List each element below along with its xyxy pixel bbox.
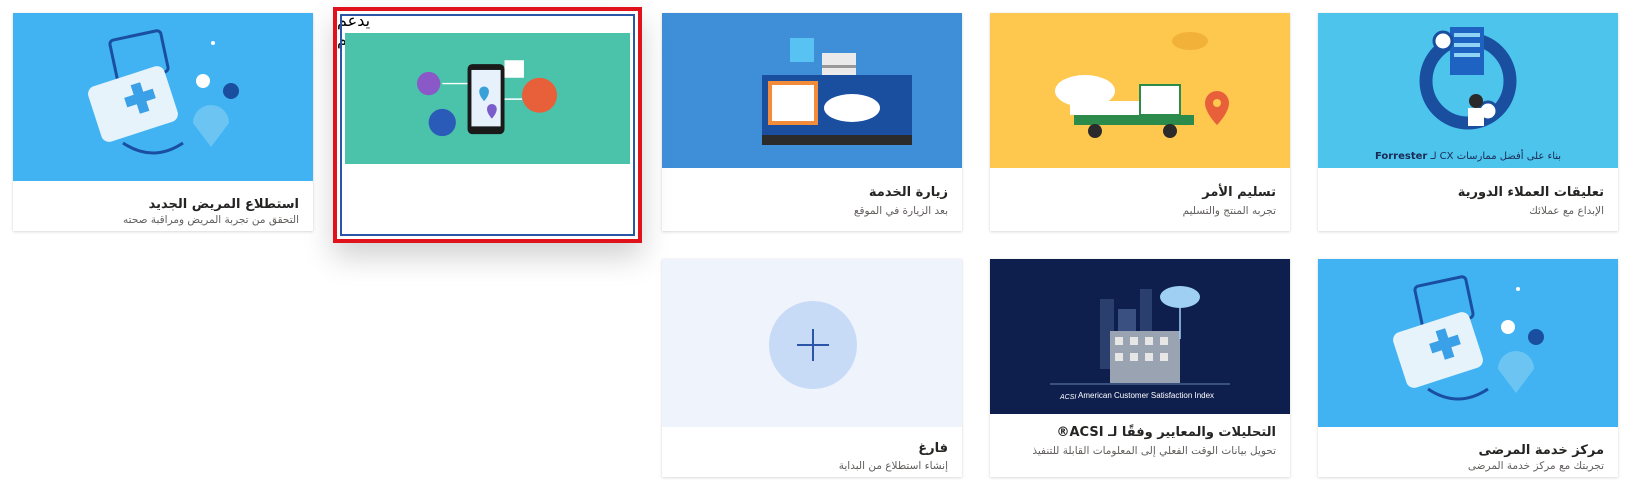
template-card-acsi-analytics[interactable]: ACSI American Customer Satisfaction Inde… <box>990 259 1290 477</box>
acsi-banner: American Customer Satisfaction Index <box>1078 391 1215 400</box>
template-card-service-visit[interactable]: زيارة الخدمة بعد الزيارة في الموقع <box>662 13 962 231</box>
card-illustration <box>1318 259 1618 427</box>
card-title: تسليم الأمر <box>1202 185 1276 200</box>
template-card-support[interactable]: يدعم تجربة مع الدعم <box>333 7 642 243</box>
template-card-new-patient-survey[interactable]: استطلاع المريض الجديد التحقق من تجربة ال… <box>13 13 313 231</box>
support-illustration-icon <box>345 33 630 165</box>
card-description: بعد الزيارة في الموقع <box>853 205 948 217</box>
medical-kit-illustration-icon <box>1318 259 1618 427</box>
card-title: تعليقات العملاء الدورية <box>1457 185 1604 200</box>
card-title: زيارة الخدمة <box>868 185 948 200</box>
template-card-blank[interactable]: فارغ إنشاء استطلاع من البداية <box>662 259 962 477</box>
card-description: التحقق من تجربة المريض ومراقبة صحته <box>123 214 299 226</box>
card-title: التحليلات والمعايير وفقًا لـ ACSI® <box>1056 425 1277 440</box>
card-illustration <box>662 13 962 168</box>
card-description: تجربه المنتج والتسليم <box>1182 205 1276 217</box>
card-illustration <box>662 259 962 427</box>
card-illustration: بناء على أفضل ممارسات CX لـ Forrester <box>1318 13 1618 168</box>
template-card-periodic-feedback[interactable]: بناء على أفضل ممارسات CX لـ Forrester تع… <box>1318 13 1618 231</box>
card-illustration <box>13 13 313 181</box>
template-card-patient-service-center[interactable]: مركز خدمة المرضى تجربتك مع مركز خدمة الم… <box>1318 259 1618 477</box>
card-title: استطلاع المريض الجديد <box>148 197 299 212</box>
forrester-banner: بناء على أفضل ممارسات CX لـ Forrester <box>1374 151 1562 162</box>
medical-kit-illustration-icon <box>13 13 313 181</box>
card-illustration <box>990 13 1290 168</box>
card-illustration <box>345 33 630 168</box>
service-visit-illustration-icon <box>662 13 962 168</box>
card-description: إنشاء استطلاع من البداية <box>838 460 948 472</box>
delivery-truck-icon <box>990 13 1290 168</box>
card-illustration: ACSI American Customer Satisfaction Inde… <box>990 259 1290 414</box>
feedback-illustration-icon <box>1318 13 1618 168</box>
card-description: الإبداع مع عملائك <box>1529 205 1604 217</box>
card-title: فارغ <box>918 441 948 456</box>
svg-text:ACSI: ACSI <box>1059 394 1076 401</box>
plus-icon[interactable] <box>769 301 857 389</box>
card-description: تجربتك مع مركز خدمة المرضى <box>1467 460 1604 472</box>
card-title: مركز خدمة المرضى <box>1478 443 1605 458</box>
card-description: تحويل بيانات الوقت الفعلي إلى المعلومات … <box>1032 445 1276 457</box>
template-card-order-delivery[interactable]: تسليم الأمر تجربه المنتج والتسليم <box>990 13 1290 231</box>
